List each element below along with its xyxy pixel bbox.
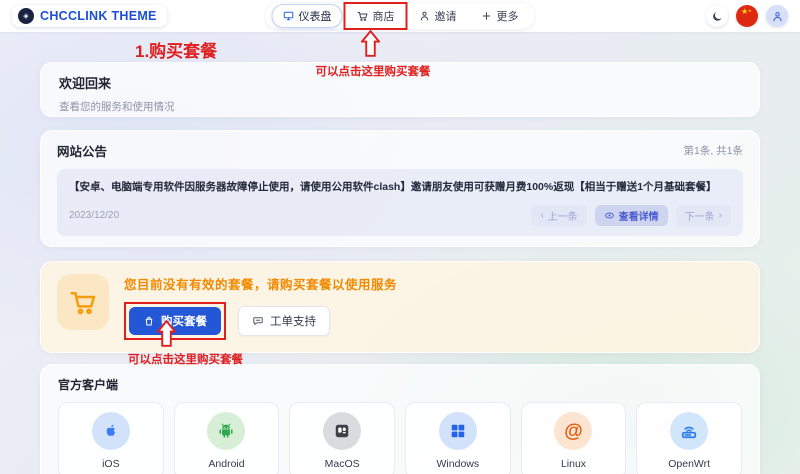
language-button[interactable]: ★ ★ <box>736 5 758 27</box>
monitor-icon <box>283 10 295 22</box>
notice-pagination: 第1条, 共1条 <box>683 143 743 158</box>
ticket-label: 工单支持 <box>270 313 316 329</box>
client-card-macos[interactable]: MacOS <box>289 402 395 474</box>
chat-icon <box>252 315 264 327</box>
prev-notice-button[interactable]: ‹ 上一条 <box>531 205 586 226</box>
nav-item-invite[interactable]: 邀请 <box>409 5 467 27</box>
clients-grid: iOS Android MacOS <box>58 402 742 474</box>
windows-icon <box>439 412 477 450</box>
notice-buttons: ‹ 上一条 查看详情 下一条 › <box>531 205 731 226</box>
client-label: OpenWrt <box>668 458 710 470</box>
client-card-ios[interactable]: iOS <box>58 402 164 474</box>
alert-body: 您目前没有有效的套餐，请购买套餐以使用服务 购买套餐 工单支持 <box>124 274 397 340</box>
main-content: 欢迎回来 查看您的服务和使用情况 网站公告 第1条, 共1条 【安卓、电脑端专用… <box>40 32 760 474</box>
notice-title: 网站公告 <box>57 141 107 160</box>
logo-text: CHCCLINK THEME <box>40 9 157 23</box>
client-card-android[interactable]: Android <box>174 402 280 474</box>
cart-badge <box>57 274 109 330</box>
buy-button-annotation-box: 购买套餐 <box>124 302 226 340</box>
nav-label: 仪表盘 <box>299 8 332 24</box>
nav-label: 商店 <box>373 8 395 24</box>
client-label: Android <box>208 458 244 470</box>
notice-header: 网站公告 第1条, 共1条 <box>57 141 743 160</box>
no-plan-alert: 您目前没有有效的套餐，请购买套餐以使用服务 购买套餐 工单支持 <box>40 261 760 353</box>
view-details-button[interactable]: 查看详情 <box>595 205 668 226</box>
moon-icon <box>711 10 724 23</box>
nav-item-shop[interactable]: 商店 <box>347 5 405 27</box>
account-button[interactable] <box>766 5 788 27</box>
ticket-support-button[interactable]: 工单支持 <box>238 306 330 336</box>
router-icon <box>670 412 708 450</box>
eye-icon <box>604 210 615 221</box>
clients-card: 官方客户端 iOS Android <box>40 364 760 474</box>
chevron-right-icon: › <box>719 210 722 221</box>
buy-label: 购买套餐 <box>161 313 207 329</box>
laptop-icon <box>323 412 361 450</box>
shopping-cart-icon <box>68 287 98 317</box>
topbar: ◈ CHCCLINK THEME 仪表盘 商店 邀请 更多 <box>0 0 800 32</box>
logo[interactable]: ◈ CHCCLINK THEME <box>12 5 167 27</box>
notice-footer: 2023/12/20 ‹ 上一条 查看详情 下一条 › <box>69 205 731 226</box>
clients-title: 官方客户端 <box>58 376 742 393</box>
buy-plan-button[interactable]: 购买套餐 <box>129 307 221 335</box>
details-label: 查看详情 <box>619 208 659 223</box>
prev-label: 上一条 <box>548 208 578 223</box>
theme-toggle-button[interactable] <box>706 5 728 27</box>
cart-icon <box>357 10 369 22</box>
linux-swirl-icon: @ <box>554 412 592 450</box>
nav-item-dashboard[interactable]: 仪表盘 <box>272 4 343 28</box>
client-label: iOS <box>102 458 120 470</box>
client-card-windows[interactable]: Windows <box>405 402 511 474</box>
notice-card: 网站公告 第1条, 共1条 【安卓、电脑端专用软件因服务器故障停止使用，请使用公… <box>40 130 760 247</box>
person-icon <box>419 10 431 22</box>
client-card-linux[interactable]: @ Linux <box>521 402 627 474</box>
android-icon <box>207 412 245 450</box>
apple-icon <box>92 412 130 450</box>
client-label: Windows <box>437 458 480 470</box>
client-label: MacOS <box>325 458 360 470</box>
next-notice-button[interactable]: 下一条 › <box>676 205 731 226</box>
nav-label: 更多 <box>497 8 519 24</box>
topbar-actions: ★ ★ <box>706 5 788 27</box>
next-label: 下一条 <box>685 208 715 223</box>
welcome-card: 欢迎回来 查看您的服务和使用情况 <box>40 62 760 117</box>
welcome-subtitle: 查看您的服务和使用情况 <box>59 99 741 114</box>
logo-icon: ◈ <box>18 8 34 24</box>
main-nav: 仪表盘 商店 邀请 更多 <box>266 3 535 29</box>
chevron-left-icon: ‹ <box>540 210 543 221</box>
client-card-openwrt[interactable]: OpenWrt <box>636 402 742 474</box>
dashboard-page: ◈ CHCCLINK THEME 仪表盘 商店 邀请 更多 <box>0 0 800 474</box>
nav-item-more[interactable]: 更多 <box>471 5 529 27</box>
shopping-bag-icon <box>143 315 155 327</box>
welcome-title: 欢迎回来 <box>59 73 741 92</box>
notice-date: 2023/12/20 <box>69 210 119 221</box>
notice-text: 【安卓、电脑端专用软件因服务器故障停止使用，请使用公用软件clash】邀请朋友使… <box>69 179 731 194</box>
notice-item: 【安卓、电脑端专用软件因服务器故障停止使用，请使用公用软件clash】邀请朋友使… <box>57 169 743 236</box>
client-label: Linux <box>561 458 586 470</box>
nav-label: 邀请 <box>435 8 457 24</box>
flag-star-small: ★ <box>748 8 752 13</box>
plus-icon <box>481 10 493 22</box>
user-icon <box>771 10 784 23</box>
alert-message: 您目前没有有效的套餐，请购买套餐以使用服务 <box>124 274 397 293</box>
alert-buttons: 购买套餐 工单支持 <box>124 302 397 340</box>
